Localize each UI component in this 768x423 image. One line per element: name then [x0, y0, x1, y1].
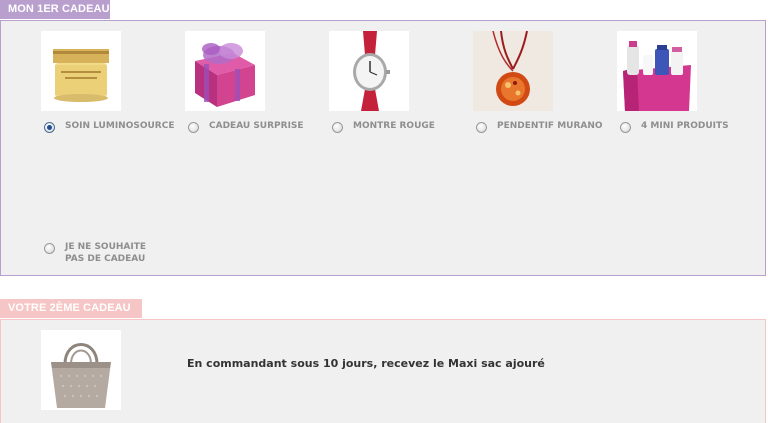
option-label-surprise: CADEAU SURPRISE [209, 121, 304, 131]
gift-option-surprise[interactable]: CADEAU SURPRISE [185, 31, 325, 161]
radio-pendant[interactable] [476, 122, 487, 133]
gift-option-luminosource[interactable]: SOIN LUMINOSOURCE [41, 31, 181, 161]
gift-option-none[interactable]: JE NE SOUHAITE PAS DE CADEAU [41, 231, 181, 271]
option-label-no-gift: JE NE SOUHAITE PAS DE CADEAU [65, 242, 147, 264]
second-gift-panel: En commandant sous 10 jours, recevez le … [0, 319, 766, 423]
radio-luminosource[interactable] [44, 122, 55, 133]
option-label-pendant: PENDENTIF MURANO [497, 121, 603, 131]
option-label-watch: MONTRE ROUGE [353, 121, 435, 131]
radio-watch[interactable] [332, 122, 343, 133]
gift-box-image [185, 31, 265, 111]
radio-surprise[interactable] [188, 122, 199, 133]
first-gift-tab-title: MON 1ER CADEAU [0, 0, 110, 19]
bag-image [41, 330, 121, 410]
first-gift-panel: SOIN LUMINOSOURCE CADEAU SURPRISE MONTRE… [0, 20, 766, 276]
second-gift-tab-title: VOTRE 2ÈME CADEAU [0, 299, 142, 318]
gift-option-pendant[interactable]: PENDENTIF MURANO [473, 31, 613, 161]
gift-option-mini-products[interactable]: 4 MINI PRODUITS [617, 31, 757, 161]
cream-jar-image [41, 31, 121, 111]
first-gift-section: MON 1ER CADEAU SOIN LUMINOSOURCE CADEAU … [0, 0, 766, 277]
radio-no-gift[interactable] [44, 243, 55, 254]
radio-mini-products[interactable] [620, 122, 631, 133]
mini-products-image [617, 31, 697, 111]
second-gift-section: VOTRE 2ÈME CADEAU En commandant sous 10 … [0, 299, 766, 423]
option-label-luminosource: SOIN LUMINOSOURCE [65, 121, 175, 131]
gift-option-watch[interactable]: MONTRE ROUGE [329, 31, 469, 161]
second-gift-promo-text: En commandant sous 10 jours, recevez le … [187, 357, 545, 370]
pendant-image [473, 31, 553, 111]
option-label-mini-products: 4 MINI PRODUITS [641, 121, 729, 131]
red-watch-image [329, 31, 409, 111]
